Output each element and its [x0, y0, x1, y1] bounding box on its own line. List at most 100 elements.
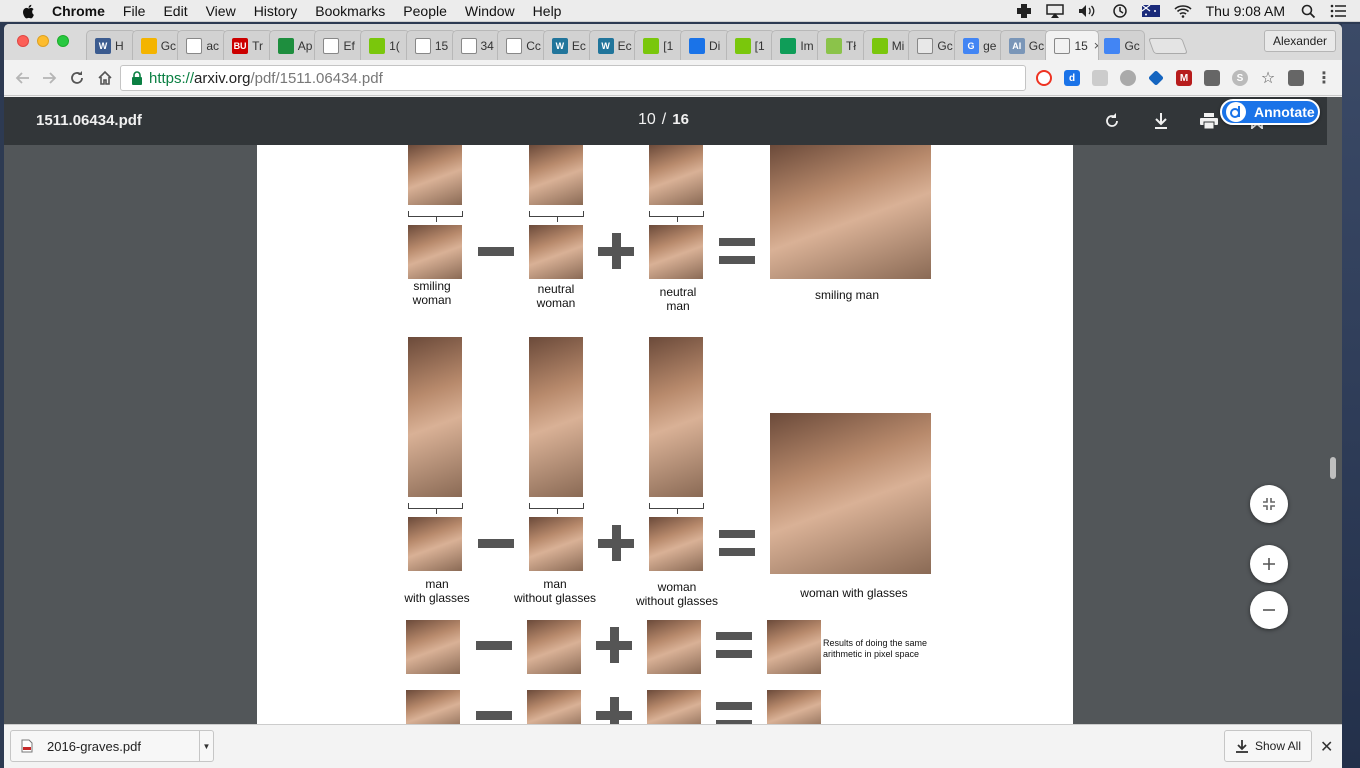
reload-button[interactable]	[68, 69, 86, 87]
caption-neutral-man: neutral man	[659, 285, 697, 313]
current-page-input[interactable]: 10	[638, 111, 656, 129]
download-item[interactable]: 2016-graves.pdf ▼	[10, 730, 214, 762]
time-machine-icon[interactable]	[1112, 3, 1128, 19]
plus-sign-vertical	[612, 233, 621, 269]
tab[interactable]: Ef	[314, 30, 365, 60]
search-icon[interactable]	[1301, 4, 1316, 19]
tab[interactable]: W Ec	[588, 30, 639, 60]
tab[interactable]: Im	[771, 30, 821, 60]
annotate-extension-icon[interactable]: d	[1064, 70, 1080, 86]
notification-center-icon[interactable]	[1330, 4, 1346, 18]
zoom-in-button[interactable]	[1250, 545, 1288, 583]
vertical-scrollbar[interactable]	[1327, 145, 1338, 724]
apple-icon[interactable]	[20, 2, 38, 20]
tab[interactable]: AI Gc	[999, 30, 1050, 60]
menu-bookmarks[interactable]: Bookmarks	[315, 3, 385, 19]
bookmark-star-icon[interactable]: ☆	[1260, 70, 1276, 87]
tab[interactable]: Ap	[268, 30, 319, 60]
window-maximize-button[interactable]	[57, 35, 69, 47]
annotate-button[interactable]: Annotate	[1220, 99, 1320, 125]
scrollbar-thumb[interactable]	[1330, 457, 1336, 479]
pdf-file-icon	[21, 739, 33, 753]
new-tab-button[interactable]	[1148, 38, 1189, 54]
download-menu-caret-icon[interactable]: ▼	[199, 731, 213, 761]
back-button[interactable]	[14, 69, 32, 87]
tab[interactable]: 15	[405, 30, 456, 60]
tab[interactable]: ac	[177, 30, 228, 60]
menu-clock[interactable]: Thu 9:08 AM	[1206, 3, 1285, 19]
favicon-icon	[323, 37, 340, 54]
menu-history[interactable]: History	[254, 3, 298, 19]
tab-title: H	[115, 38, 124, 53]
download-icon[interactable]	[1150, 110, 1172, 132]
skype-extension-icon[interactable]: S	[1232, 70, 1248, 86]
caption-woman-without-glasses: woman without glasses	[635, 580, 719, 608]
profile-button[interactable]: Alexander	[1263, 30, 1336, 52]
forward-button[interactable]	[40, 69, 58, 87]
face-image	[529, 225, 583, 279]
tab[interactable]: W Ec	[542, 30, 593, 60]
grid-extension-icon[interactable]	[1092, 70, 1108, 86]
print-icon[interactable]	[1198, 110, 1220, 132]
pdf-page: smiling woman neutral woman neutral man smi…	[257, 145, 1073, 724]
tab[interactable]: 34	[451, 30, 502, 60]
caption-man-with-glasses: man with glasses	[404, 577, 470, 605]
opera-extension-icon[interactable]	[1036, 70, 1052, 86]
mendeley-extension-icon[interactable]: M	[1176, 70, 1192, 86]
menu-view[interactable]: View	[206, 3, 236, 19]
tab[interactable]: Gc	[1095, 30, 1146, 60]
airplay-icon[interactable]	[1045, 4, 1064, 18]
url-scheme: https://	[149, 69, 195, 87]
home-button[interactable]	[96, 69, 114, 87]
favicon-icon	[186, 37, 203, 54]
tab[interactable]: WH	[86, 30, 136, 60]
tab-active[interactable]: 15 ×	[1045, 30, 1100, 60]
menu-edit[interactable]: Edit	[163, 3, 187, 19]
window-close-button[interactable]	[17, 35, 29, 47]
tab-title: Im	[800, 38, 814, 53]
menu-window[interactable]: Window	[465, 3, 515, 19]
menu-app-name[interactable]: Chrome	[52, 3, 105, 19]
tab[interactable]: 1(	[360, 30, 410, 60]
show-all-button[interactable]: Show All	[1224, 730, 1312, 762]
flag-icon[interactable]	[1141, 5, 1160, 17]
volume-icon[interactable]	[1078, 4, 1098, 18]
window-minimize-button[interactable]	[37, 35, 49, 47]
menu-people[interactable]: People	[403, 3, 447, 19]
tab[interactable]: Mi	[862, 30, 913, 60]
tab[interactable]: Tł	[817, 30, 867, 60]
plus-cross-icon[interactable]	[1016, 3, 1032, 19]
download-arrow-icon	[1235, 740, 1248, 753]
menu-file[interactable]: File	[123, 3, 146, 19]
tab[interactable]: Di	[679, 30, 730, 60]
globe-extension-icon[interactable]	[1120, 70, 1136, 86]
diamond-extension-icon[interactable]	[1148, 70, 1164, 86]
tab[interactable]: Gc	[131, 30, 182, 60]
favicon-icon	[506, 37, 523, 54]
tab[interactable]: Gge	[954, 30, 1004, 60]
tab-title: Gc	[160, 38, 177, 53]
zoom-out-button[interactable]	[1250, 591, 1288, 629]
tab[interactable]: Cc	[497, 30, 547, 60]
face-image	[527, 620, 581, 674]
favicon-icon	[643, 37, 660, 54]
face-image	[647, 690, 701, 724]
tab[interactable]: BU Tr	[223, 30, 273, 60]
address-bar[interactable]: https://arxiv.org/pdf/1511.06434.pdf	[120, 65, 1026, 91]
tab[interactable]: Gc	[908, 30, 959, 60]
tab[interactable]: [1	[634, 30, 684, 60]
tab[interactable]: [1	[725, 30, 776, 60]
chrome-menu-icon[interactable]: ⋮	[1316, 70, 1332, 87]
lightbulb-extension-icon[interactable]	[1204, 70, 1220, 86]
menu-help[interactable]: Help	[533, 3, 562, 19]
favicon-icon	[277, 37, 294, 54]
wifi-icon[interactable]	[1174, 4, 1192, 18]
inbox-extension-icon[interactable]	[1288, 70, 1304, 86]
fit-page-button[interactable]	[1250, 485, 1288, 523]
tab-title: [1	[754, 38, 765, 53]
tab-close-icon[interactable]: ×	[1094, 38, 1099, 53]
rotate-icon[interactable]	[1101, 110, 1123, 132]
minus-sign	[478, 539, 514, 548]
tab-strip: W H Gc ac BU Tr Ap Ef 1(15 34 Cc W Ec W Ec [1 Di [1 Im Tł Mi…	[4, 24, 1342, 60]
shelf-close-icon[interactable]: ✕	[1320, 737, 1333, 757]
